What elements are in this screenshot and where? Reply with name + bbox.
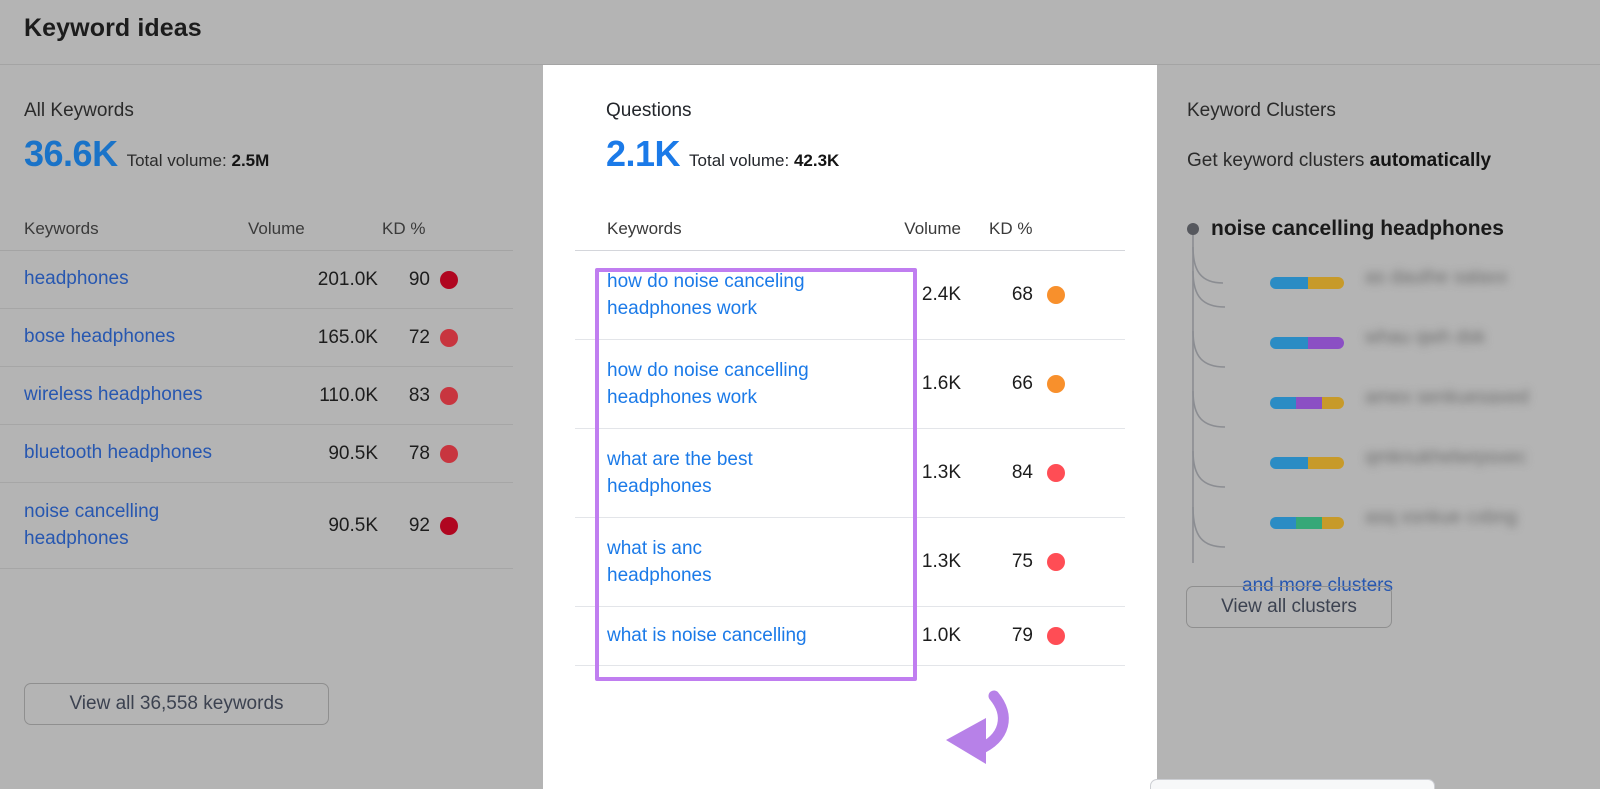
questions-total-volume: Total volume: 42.3K <box>689 151 839 171</box>
cluster-label-blurred: as dauthe salaxx <box>1365 267 1508 289</box>
cluster-bar-segment <box>1308 337 1344 349</box>
table-row[interactable]: what is noise cancelling1.0K 79 <box>575 607 1125 666</box>
q-col-header-keywords[interactable]: Keywords <box>607 219 682 239</box>
kd-value: 79 <box>989 625 1033 647</box>
kd-value: 78 <box>382 443 430 465</box>
questions-table: how do noise cancelingheadphones work2.4… <box>575 251 1125 666</box>
kd-difficulty-dot-icon <box>1047 375 1065 393</box>
cluster-root-bullet-icon <box>1187 223 1199 235</box>
kd-difficulty-dot-icon <box>1047 553 1065 571</box>
header-bar <box>0 0 1600 65</box>
table-row[interactable]: how do noise cancellingheadphones work1.… <box>575 340 1125 429</box>
questions-label: Questions <box>606 100 692 122</box>
kd-value: 84 <box>989 462 1033 484</box>
cluster-segment-bar <box>1270 457 1344 469</box>
kd-difficulty-dot-icon <box>440 517 458 535</box>
cluster-bar-segment <box>1270 397 1296 409</box>
cluster-label-blurred: asq xsnkue cxbng <box>1365 507 1517 529</box>
view-all-keywords-button[interactable]: View all 36,558 keywords <box>24 683 329 725</box>
table-row[interactable]: headphones201.0K90 <box>0 251 513 309</box>
q-col-header-volume[interactable]: Volume <box>871 219 961 239</box>
cluster-label-blurred: whau qwh dsk <box>1365 327 1485 349</box>
kd-difficulty-dot-icon <box>440 387 458 405</box>
all-keywords-total-volume-label: Total volume: <box>127 151 227 170</box>
col-header-kd[interactable]: KD % <box>382 219 448 239</box>
table-row[interactable]: noise cancellingheadphones90.5K92 <box>0 483 513 569</box>
kd-difficulty-dot-icon <box>1047 627 1065 645</box>
kd-difficulty-dot-icon <box>440 329 458 347</box>
all-keywords-summary: 36.6K Total volume: 2.5M <box>24 133 269 175</box>
table-row[interactable]: what are the bestheadphones1.3K 84 <box>575 429 1125 518</box>
cluster-bar-segment <box>1270 457 1308 469</box>
cluster-bar-segment <box>1308 277 1344 289</box>
questions-summary: 2.1K Total volume: 42.3K <box>606 133 839 175</box>
table-row[interactable]: how do noise cancelingheadphones work2.4… <box>575 251 1125 340</box>
kd-value: 75 <box>989 551 1033 573</box>
volume-value: 2.4K <box>871 284 961 306</box>
volume-value: 1.3K <box>871 462 961 484</box>
question-keyword-link[interactable]: what are the bestheadphones <box>607 446 877 500</box>
volume-value: 1.3K <box>871 551 961 573</box>
screenshot-root: Keyword ideas All Keywords 36.6K Total v… <box>0 0 1600 789</box>
questions-count: 2.1K <box>606 133 680 175</box>
cluster-bar-segment <box>1308 457 1344 469</box>
volume-value: 1.0K <box>871 625 961 647</box>
volume-value: 201.0K <box>248 269 378 291</box>
kd-difficulty-dot-icon <box>1047 464 1065 482</box>
volume-value: 165.0K <box>248 327 378 349</box>
cluster-label-blurred: qmknukhelwrpsxec <box>1365 447 1527 469</box>
kd-value: 92 <box>382 515 430 537</box>
all-keywords-table-header: Keywords Volume KD % <box>0 213 513 251</box>
table-row[interactable]: bluetooth headphones90.5K78 <box>0 425 513 483</box>
volume-value: 90.5K <box>248 515 378 537</box>
cluster-bar-segment <box>1296 397 1322 409</box>
kd-value: 90 <box>382 269 430 291</box>
kd-value: 68 <box>989 284 1033 306</box>
questions-total-volume-value: 42.3K <box>794 151 839 170</box>
cluster-bar-segment <box>1322 397 1344 409</box>
cluster-label-blurred: amex senkuesaxed <box>1365 387 1529 409</box>
table-row[interactable]: what is ancheadphones1.3K 75 <box>575 518 1125 607</box>
q-col-header-kd[interactable]: KD % <box>989 219 1069 239</box>
volume-value: 110.0K <box>248 385 378 407</box>
questions-total-volume-label: Total volume: <box>689 151 789 170</box>
cluster-root-node: noise cancelling headphones <box>1187 217 1504 241</box>
volume-value: 1.6K <box>871 373 961 395</box>
all-keywords-total-volume: Total volume: 2.5M <box>127 151 270 171</box>
kd-value: 66 <box>989 373 1033 395</box>
cluster-segment-bar <box>1270 397 1344 409</box>
questions-table-header: Keywords Volume KD % <box>575 213 1125 251</box>
cluster-bar-segment <box>1296 517 1322 529</box>
col-header-volume[interactable]: Volume <box>248 219 378 239</box>
kd-difficulty-dot-icon <box>440 445 458 463</box>
cluster-segment-bar <box>1270 517 1344 529</box>
all-keywords-count: 36.6K <box>24 133 118 175</box>
table-row[interactable]: bose headphones165.0K72 <box>0 309 513 367</box>
cluster-bar-segment <box>1322 517 1344 529</box>
kd-difficulty-dot-icon <box>440 271 458 289</box>
cluster-bar-segment <box>1270 337 1308 349</box>
cluster-root-label: noise cancelling headphones <box>1211 217 1504 241</box>
kd-value: 83 <box>382 385 430 407</box>
questions-panel: Questions 2.1K Total volume: 42.3K Keywo… <box>543 65 1157 789</box>
view-all-clusters-button[interactable]: View all clusters <box>1186 586 1392 628</box>
question-keyword-link[interactable]: how do noise cancelingheadphones work <box>607 268 877 322</box>
question-keyword-link[interactable]: what is noise cancelling <box>607 622 877 649</box>
all-keywords-total-volume-value: 2.5M <box>231 151 269 170</box>
cluster-bar-segment <box>1270 517 1296 529</box>
all-keywords-panel: All Keywords 36.6K Total volume: 2.5M Ke… <box>0 65 513 789</box>
all-keywords-label: All Keywords <box>24 100 134 122</box>
volume-value: 90.5K <box>248 443 378 465</box>
cluster-segment-bar <box>1270 277 1344 289</box>
question-keyword-link[interactable]: what is ancheadphones <box>607 535 877 589</box>
keyword-clusters-panel: Keyword Clusters Get keyword clusters au… <box>1157 65 1600 789</box>
page-title: Keyword ideas <box>24 14 202 43</box>
question-keyword-link[interactable]: how do noise cancellingheadphones work <box>607 357 877 411</box>
kd-difficulty-dot-icon <box>1047 286 1065 304</box>
cluster-segment-bar <box>1270 337 1344 349</box>
table-row[interactable]: wireless headphones110.0K83 <box>0 367 513 425</box>
cluster-bar-segment <box>1270 277 1308 289</box>
kd-value: 72 <box>382 327 430 349</box>
all-keywords-table: headphones201.0K90bose headphones165.0K7… <box>0 251 513 569</box>
